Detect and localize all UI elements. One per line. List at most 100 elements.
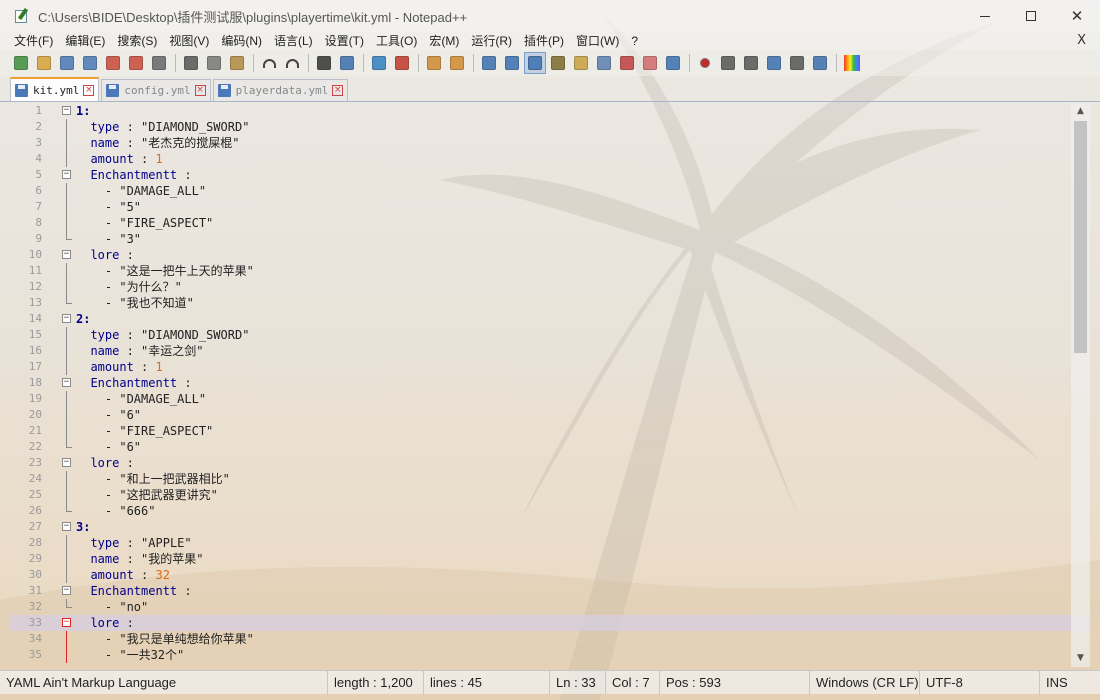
close-tab-icon[interactable]: × <box>83 84 95 96</box>
color-picker-button[interactable] <box>841 52 863 74</box>
tab-config-yml[interactable]: config.yml × <box>101 79 211 101</box>
code-line[interactable]: 3 name : "老杰克的搅屎棍" <box>10 135 1090 151</box>
menu-language[interactable]: 语言(L) <box>268 32 319 50</box>
indent-guide-button[interactable] <box>524 52 546 74</box>
code-line[interactable]: 35 - "一共32个" <box>10 647 1090 663</box>
code-editor[interactable]: 1−1: 2 type : "DIAMOND_SWORD" 3 name : "老杰… <box>10 103 1090 667</box>
fold-toggle-icon[interactable]: − <box>62 458 71 467</box>
save-macro-button[interactable] <box>786 52 808 74</box>
code-line[interactable]: 20 - "6" <box>10 407 1090 423</box>
maximize-button[interactable] <box>1008 0 1054 32</box>
vertical-scrollbar[interactable]: ▲ ▼ <box>1071 103 1090 667</box>
new-file-button[interactable] <box>10 52 32 74</box>
zoom-in-button[interactable] <box>368 52 390 74</box>
code-line[interactable]: 11 - "这是一把牛上天的苹果" <box>10 263 1090 279</box>
tab-playerdata-yml[interactable]: playerdata.yml × <box>212 79 349 101</box>
fold-toggle-icon[interactable]: − <box>62 314 71 323</box>
fold-toggle-icon[interactable]: − <box>62 250 71 259</box>
menu-plugins[interactable]: 插件(P) <box>518 32 570 50</box>
toggle-panel-button[interactable] <box>809 52 831 74</box>
fold-toggle-icon[interactable]: − <box>62 618 71 627</box>
menu-settings[interactable]: 设置(T) <box>319 32 370 50</box>
menu-macro[interactable]: 宏(M) <box>423 32 465 50</box>
code-line[interactable]: 16 name : "幸运之剑" <box>10 343 1090 359</box>
code-line[interactable]: 30 amount : 32 <box>10 567 1090 583</box>
code-line[interactable]: 19 - "DAMAGE_ALL" <box>10 391 1090 407</box>
redo-button[interactable] <box>281 52 303 74</box>
scrollbar-thumb[interactable] <box>1074 121 1087 353</box>
scroll-down-icon[interactable]: ▼ <box>1071 650 1090 667</box>
menu-edit[interactable]: 编辑(E) <box>59 32 111 50</box>
doc-map-button[interactable] <box>570 52 592 74</box>
word-wrap-button[interactable] <box>478 52 500 74</box>
save-all-button[interactable] <box>79 52 101 74</box>
code-line[interactable]: 15 type : "DIAMOND_SWORD" <box>10 327 1090 343</box>
code-line[interactable]: 10 − lore : <box>10 247 1090 263</box>
record-macro-button[interactable] <box>694 52 716 74</box>
code-line[interactable]: 21 - "FIRE_ASPECT" <box>10 423 1090 439</box>
code-line[interactable]: 31 − Enchantmentt : <box>10 583 1090 599</box>
menu-encoding[interactable]: 编码(N) <box>215 32 268 50</box>
paste-button[interactable] <box>226 52 248 74</box>
code-line[interactable]: 28 type : "APPLE" <box>10 535 1090 551</box>
show-all-chars-button[interactable] <box>501 52 523 74</box>
status-eol[interactable]: Windows (CR LF) <box>810 670 920 695</box>
find-button[interactable] <box>313 52 335 74</box>
monitor-button[interactable] <box>639 52 661 74</box>
code-line[interactable]: 7 - "5" <box>10 199 1090 215</box>
function-list-button[interactable] <box>593 52 615 74</box>
code-line[interactable]: 5 − Enchantmentt : <box>10 167 1090 183</box>
scroll-up-icon[interactable]: ▲ <box>1071 103 1090 120</box>
fold-toggle-icon[interactable]: − <box>62 106 71 115</box>
copy-button[interactable] <box>203 52 225 74</box>
play-macro-button[interactable] <box>740 52 762 74</box>
code-line[interactable]: 2 type : "DIAMOND_SWORD" <box>10 119 1090 135</box>
replace-button[interactable] <box>336 52 358 74</box>
close-button[interactable] <box>102 52 124 74</box>
zoom-out-button[interactable] <box>391 52 413 74</box>
tab-kit-yml[interactable]: kit.yml × <box>10 77 100 101</box>
undo-button[interactable] <box>258 52 280 74</box>
menu-run[interactable]: 运行(R) <box>465 32 518 50</box>
code-line[interactable]: 6 - "DAMAGE_ALL" <box>10 183 1090 199</box>
code-line[interactable]: 14 −2: <box>10 311 1090 327</box>
cut-button[interactable] <box>180 52 202 74</box>
udl-button[interactable] <box>547 52 569 74</box>
close-window-button[interactable]: ✕ <box>1054 0 1100 32</box>
code-line[interactable]: 26 - "666" <box>10 503 1090 519</box>
code-line[interactable]: 27 −3: <box>10 519 1090 535</box>
sync-horizontal-button[interactable] <box>446 52 468 74</box>
close-tab-icon[interactable]: × <box>194 85 206 96</box>
code-line[interactable]: 29 name : "我的苹果" <box>10 551 1090 567</box>
code-line[interactable]: 34 - "我只是单纯想给你苹果" <box>10 631 1090 647</box>
fold-toggle-icon[interactable]: − <box>62 170 71 179</box>
code-line[interactable]: 12 - "为什么？" <box>10 279 1090 295</box>
fold-toggle-icon[interactable]: − <box>62 522 71 531</box>
folder-workspace-button[interactable] <box>616 52 638 74</box>
menu-file[interactable]: 文件(F) <box>8 32 59 50</box>
menu-view[interactable]: 视图(V) <box>163 32 215 50</box>
code-line[interactable]: 33 − lore : <box>10 615 1090 631</box>
close-tab-icon[interactable]: × <box>332 85 344 96</box>
menu-search[interactable]: 搜索(S) <box>111 32 163 50</box>
sync-vertical-button[interactable] <box>423 52 445 74</box>
code-line[interactable]: 9 - "3" <box>10 231 1090 247</box>
eye-button[interactable] <box>662 52 684 74</box>
code-line[interactable]: 13 - "我也不知道" <box>10 295 1090 311</box>
stop-macro-button[interactable] <box>717 52 739 74</box>
menu-tools[interactable]: 工具(O) <box>370 32 423 50</box>
close-document-button[interactable]: X <box>1077 32 1086 50</box>
code-line[interactable]: 17 amount : 1 <box>10 359 1090 375</box>
fold-toggle-icon[interactable]: − <box>62 378 71 387</box>
menu-window[interactable]: 窗口(W) <box>570 32 625 50</box>
code-line[interactable]: 23 − lore : <box>10 455 1090 471</box>
code-line[interactable]: 25 - "这把武器更讲究" <box>10 487 1090 503</box>
code-line[interactable]: 32 - "no" <box>10 599 1090 615</box>
save-button[interactable] <box>56 52 78 74</box>
close-all-button[interactable] <box>125 52 147 74</box>
minimize-button[interactable] <box>962 0 1008 32</box>
code-line[interactable]: 22 - "6" <box>10 439 1090 455</box>
code-line[interactable]: 8 - "FIRE_ASPECT" <box>10 215 1090 231</box>
fold-toggle-icon[interactable]: − <box>62 586 71 595</box>
print-button[interactable] <box>148 52 170 74</box>
